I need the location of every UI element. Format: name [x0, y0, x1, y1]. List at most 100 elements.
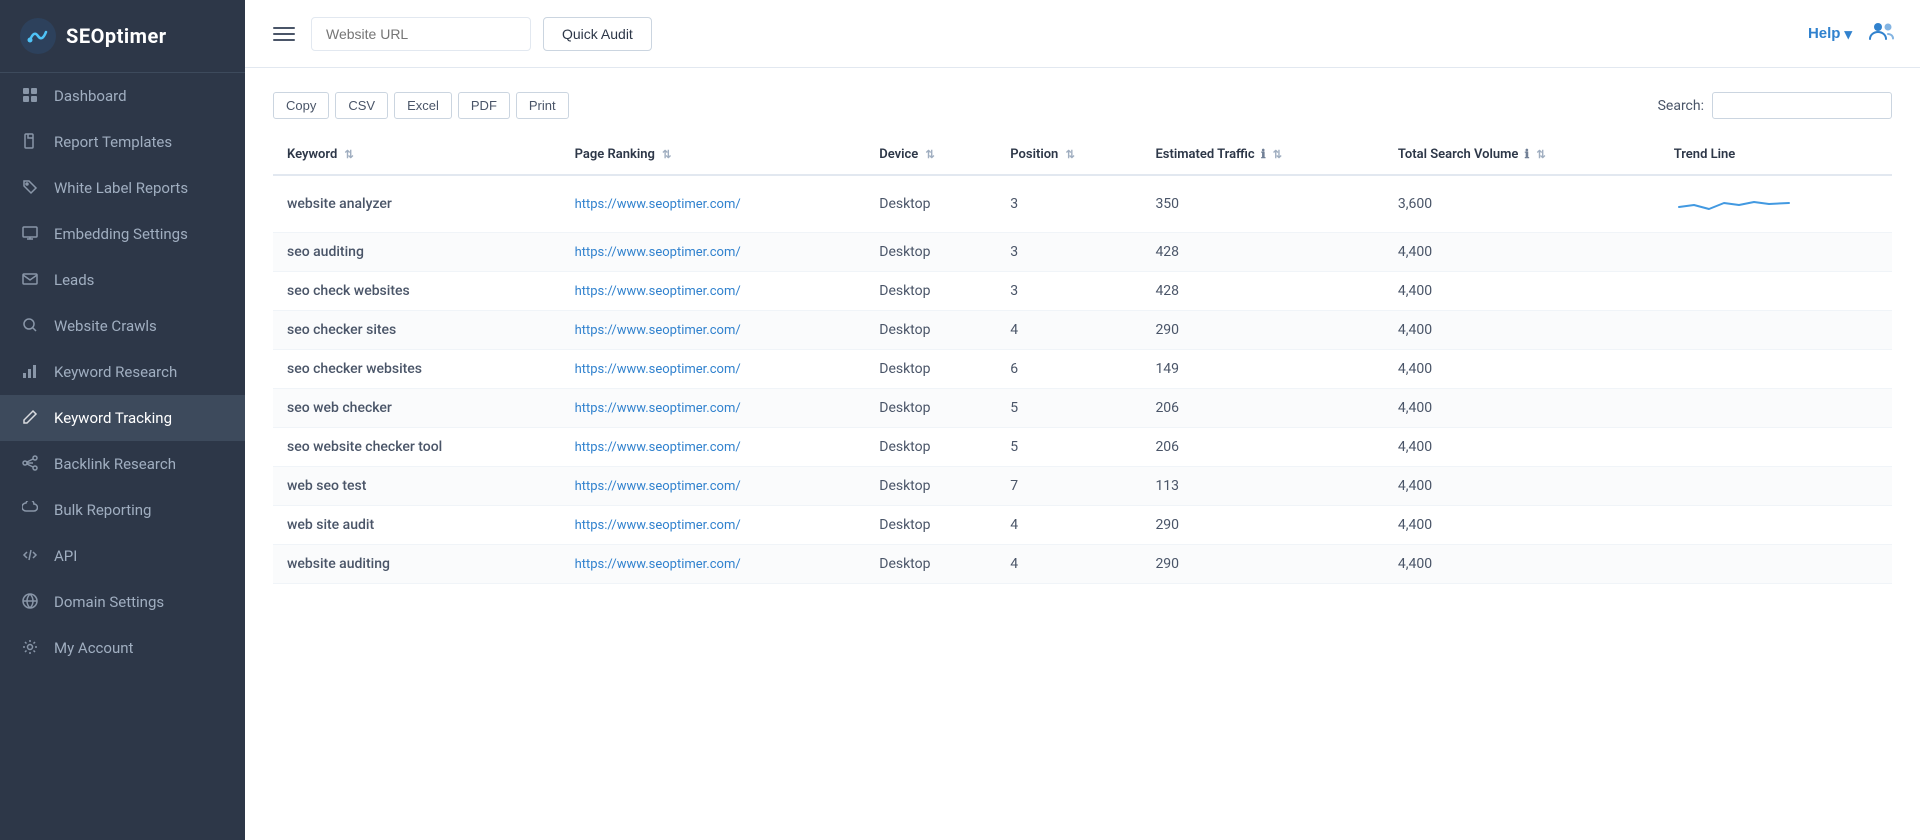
- cell-position: 4: [996, 506, 1141, 545]
- cell-keyword: seo checker sites: [273, 311, 561, 350]
- cell-device: Desktop: [865, 467, 996, 506]
- table-row: seo website checker tool https://www.seo…: [273, 428, 1892, 467]
- cell-keyword: web seo test: [273, 467, 561, 506]
- sidebar-item-label: Leads: [54, 271, 94, 289]
- cell-position: 3: [996, 272, 1141, 311]
- sidebar-item-leads[interactable]: Leads: [0, 257, 245, 303]
- cell-trend-line: [1660, 272, 1892, 311]
- sort-icon-device[interactable]: ⇅: [926, 148, 935, 161]
- csv-button[interactable]: CSV: [335, 92, 388, 119]
- sidebar-item-label: My Account: [54, 639, 133, 657]
- users-icon[interactable]: [1868, 17, 1896, 51]
- sidebar-item-label: Embedding Settings: [54, 225, 188, 243]
- menu-toggle-button[interactable]: [269, 23, 299, 45]
- edit-icon: [22, 409, 40, 427]
- cell-trend-line: [1660, 506, 1892, 545]
- cell-page-ranking[interactable]: https://www.seoptimer.com/: [561, 311, 866, 350]
- sidebar-item-backlink-research[interactable]: Backlink Research: [0, 441, 245, 487]
- cell-total-search-volume: 4,400: [1384, 272, 1660, 311]
- cell-estimated-traffic: 428: [1141, 272, 1383, 311]
- nav-menu: Dashboard Report Templates White Label R…: [0, 73, 245, 671]
- sort-icon-total-search-volume[interactable]: ⇅: [1536, 148, 1545, 161]
- cell-device: Desktop: [865, 506, 996, 545]
- cell-keyword: website analyzer: [273, 175, 561, 233]
- cell-keyword: seo check websites: [273, 272, 561, 311]
- sidebar-item-white-label[interactable]: White Label Reports: [0, 165, 245, 211]
- table-body: website analyzer https://www.seoptimer.c…: [273, 175, 1892, 584]
- sidebar-item-api[interactable]: API: [0, 533, 245, 579]
- cell-keyword: seo auditing: [273, 233, 561, 272]
- sidebar-item-report-templates[interactable]: Report Templates: [0, 119, 245, 165]
- cell-page-ranking[interactable]: https://www.seoptimer.com/: [561, 175, 866, 233]
- col-page-ranking[interactable]: Page Ranking ⇅: [561, 135, 866, 175]
- cell-estimated-traffic: 290: [1141, 311, 1383, 350]
- sort-icon-position[interactable]: ⇅: [1066, 148, 1075, 161]
- sidebar-item-label: Bulk Reporting: [54, 501, 151, 519]
- sort-icon-keyword[interactable]: ⇅: [345, 148, 354, 161]
- excel-button[interactable]: Excel: [394, 92, 452, 119]
- cell-position: 7: [996, 467, 1141, 506]
- sidebar-item-embedding[interactable]: Embedding Settings: [0, 211, 245, 257]
- bar-chart-icon: [22, 363, 40, 381]
- help-button[interactable]: Help ▾: [1808, 25, 1852, 43]
- col-total-search-volume[interactable]: Total Search Volume ℹ ⇅: [1384, 135, 1660, 175]
- sidebar-item-bulk-reporting[interactable]: Bulk Reporting: [0, 487, 245, 533]
- cell-keyword: website auditing: [273, 545, 561, 584]
- col-estimated-traffic[interactable]: Estimated Traffic ℹ ⇅: [1141, 135, 1383, 175]
- col-device[interactable]: Device ⇅: [865, 135, 996, 175]
- main-content: Copy CSV Excel PDF Print Search: Keyword…: [245, 68, 1920, 840]
- sidebar-item-my-account[interactable]: My Account: [0, 625, 245, 671]
- cell-page-ranking[interactable]: https://www.seoptimer.com/: [561, 467, 866, 506]
- info-icon-estimated-traffic[interactable]: ℹ: [1261, 147, 1266, 161]
- cell-page-ranking[interactable]: https://www.seoptimer.com/: [561, 272, 866, 311]
- cell-page-ranking[interactable]: https://www.seoptimer.com/: [561, 506, 866, 545]
- search-input[interactable]: [1712, 92, 1892, 119]
- sidebar-item-domain-settings[interactable]: Domain Settings: [0, 579, 245, 625]
- cell-position: 6: [996, 350, 1141, 389]
- sidebar-item-website-crawls[interactable]: Website Crawls: [0, 303, 245, 349]
- sort-icon-page-ranking[interactable]: ⇅: [662, 148, 671, 161]
- table-row: seo checker sites https://www.seoptimer.…: [273, 311, 1892, 350]
- topbar-right: Help ▾: [1808, 17, 1896, 51]
- table-row: seo check websites https://www.seoptimer…: [273, 272, 1892, 311]
- sidebar-item-label: Website Crawls: [54, 317, 157, 335]
- col-position[interactable]: Position ⇅: [996, 135, 1141, 175]
- cell-position: 3: [996, 233, 1141, 272]
- cell-total-search-volume: 4,400: [1384, 350, 1660, 389]
- table-row: website auditing https://www.seoptimer.c…: [273, 545, 1892, 584]
- sidebar-item-keyword-tracking[interactable]: Keyword Tracking: [0, 395, 245, 441]
- url-input[interactable]: [311, 17, 531, 51]
- info-icon-total-search-volume[interactable]: ℹ: [1525, 147, 1530, 161]
- cell-keyword: seo web checker: [273, 389, 561, 428]
- cell-total-search-volume: 4,400: [1384, 428, 1660, 467]
- sidebar-item-label: Domain Settings: [54, 593, 164, 611]
- copy-button[interactable]: Copy: [273, 92, 329, 119]
- cell-estimated-traffic: 206: [1141, 428, 1383, 467]
- col-keyword[interactable]: Keyword ⇅: [273, 135, 561, 175]
- sidebar-item-label: Keyword Research: [54, 363, 177, 381]
- cell-page-ranking[interactable]: https://www.seoptimer.com/: [561, 389, 866, 428]
- cell-total-search-volume: 3,600: [1384, 175, 1660, 233]
- table-header: Keyword ⇅ Page Ranking ⇅ Device ⇅ Positi…: [273, 135, 1892, 175]
- cell-page-ranking[interactable]: https://www.seoptimer.com/: [561, 545, 866, 584]
- sort-icon-estimated-traffic[interactable]: ⇅: [1273, 148, 1282, 161]
- cell-keyword: seo checker websites: [273, 350, 561, 389]
- table-row: website analyzer https://www.seoptimer.c…: [273, 175, 1892, 233]
- sidebar-item-dashboard[interactable]: Dashboard: [0, 73, 245, 119]
- cell-page-ranking[interactable]: https://www.seoptimer.com/: [561, 233, 866, 272]
- print-button[interactable]: Print: [516, 92, 569, 119]
- settings-icon: [22, 639, 40, 657]
- cell-total-search-volume: 4,400: [1384, 467, 1660, 506]
- sidebar-item-keyword-research[interactable]: Keyword Research: [0, 349, 245, 395]
- sidebar: SEOptimer Dashboard Report Templates Whi…: [0, 0, 245, 840]
- pdf-button[interactable]: PDF: [458, 92, 510, 119]
- sidebar-item-label: Dashboard: [54, 87, 127, 105]
- tag-icon: [22, 179, 40, 197]
- cell-page-ranking[interactable]: https://www.seoptimer.com/: [561, 428, 866, 467]
- cell-page-ranking[interactable]: https://www.seoptimer.com/: [561, 350, 866, 389]
- cell-estimated-traffic: 428: [1141, 233, 1383, 272]
- table-controls: Copy CSV Excel PDF Print Search:: [273, 92, 1892, 119]
- search-label: Search:: [1658, 98, 1704, 114]
- logo-icon: [20, 18, 56, 54]
- quick-audit-button[interactable]: Quick Audit: [543, 17, 652, 51]
